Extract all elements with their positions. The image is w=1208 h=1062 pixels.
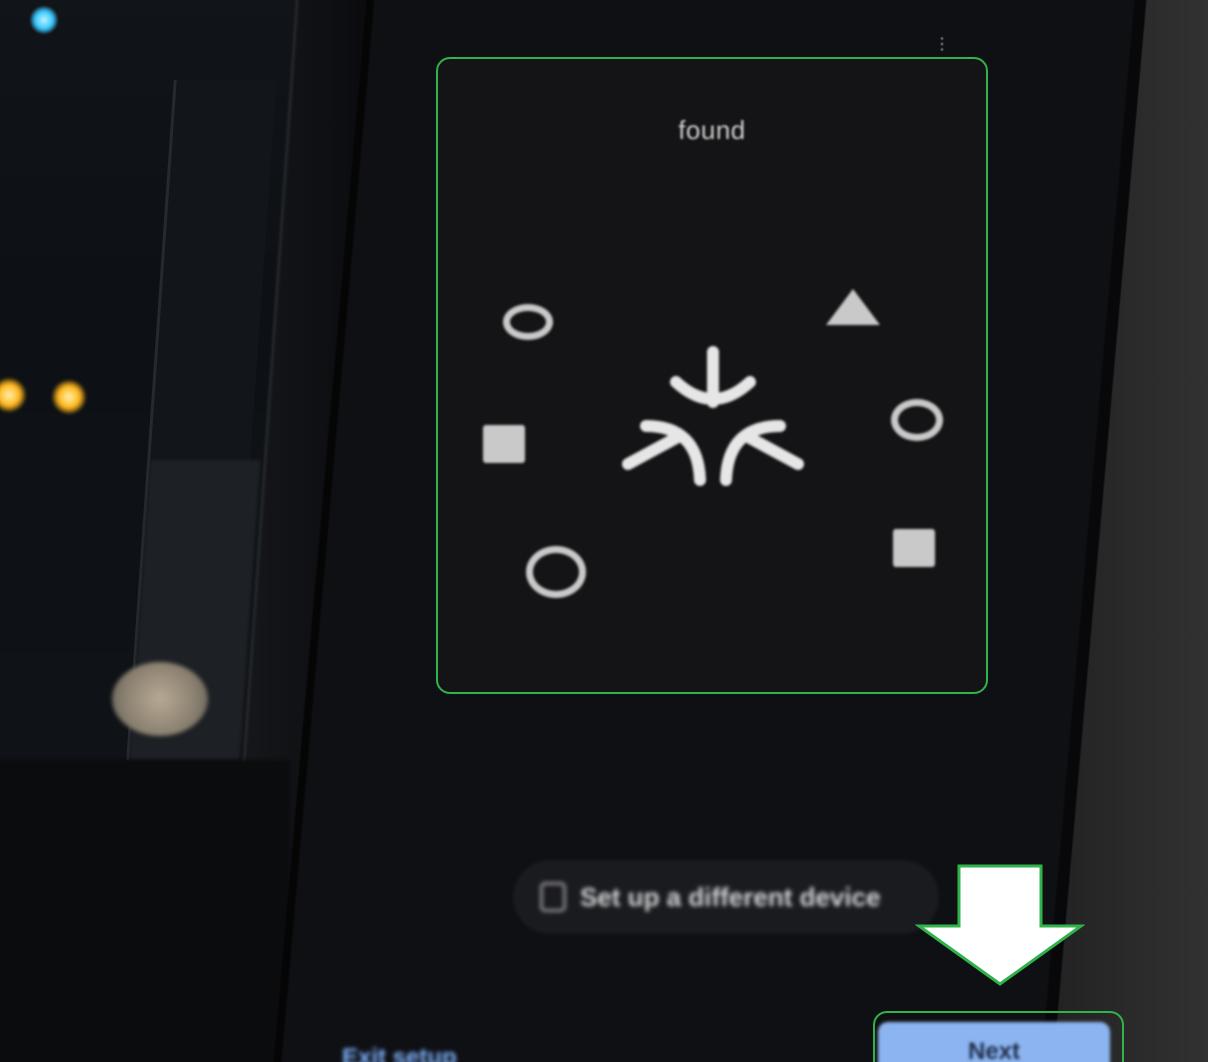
triangle-shape-top-right (826, 289, 880, 325)
camera-scene: ⋮ found Set up a different device Exit s… (0, 0, 1208, 1062)
square-shape-bottom-right (893, 529, 935, 567)
set-up-different-device-label: Set up a different device (580, 881, 881, 912)
dark-slab (0, 760, 290, 1062)
device-icon (540, 882, 566, 912)
blue-led (30, 6, 58, 34)
down-arrow-icon (915, 864, 1085, 986)
circle-shape-right (891, 399, 943, 441)
exit-setup-link[interactable]: Exit setup (342, 1044, 457, 1062)
circle-shape-bottom-left (526, 546, 586, 598)
board-disc (112, 662, 208, 736)
set-up-different-device-button[interactable]: Set up a different device (516, 863, 936, 931)
next-button-highlight (873, 1011, 1124, 1062)
matter-logo-icon (622, 346, 804, 486)
amber-led-2 (52, 380, 86, 414)
overflow-menu-icon[interactable]: ⋮ (934, 34, 950, 54)
panel-title: found (678, 115, 746, 145)
device-found-panel: found (436, 57, 988, 694)
square-shape-left (483, 425, 525, 463)
circle-shape-top-left (503, 304, 553, 340)
